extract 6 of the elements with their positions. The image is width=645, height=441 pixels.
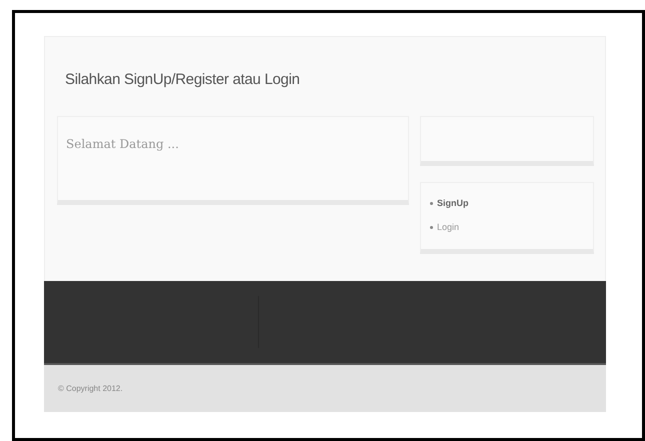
menu-link[interactable]: SignUp — [437, 198, 468, 208]
welcome-text: Selamat Datang ... — [66, 137, 179, 151]
bullet-icon — [430, 226, 433, 228]
bullet-icon — [430, 202, 433, 204]
copyright-text: © Copyright 2012. — [58, 384, 123, 393]
page-title: Silahkan SignUp/Register atau Login — [65, 71, 301, 90]
